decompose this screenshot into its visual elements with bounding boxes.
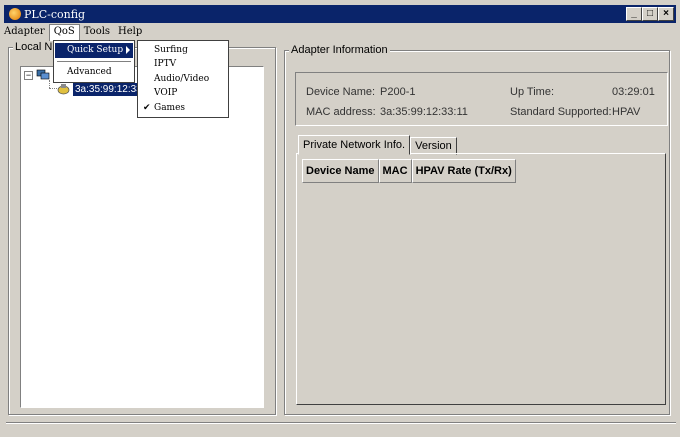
tree-connector xyxy=(49,80,50,88)
status-bar xyxy=(6,422,676,437)
mac-address-value: 3a:35:99:12:33:11 xyxy=(380,106,468,118)
menu-bar: Adapter QoS Tools Help xyxy=(0,24,680,41)
standard-supported-label: Standard Supported: xyxy=(510,106,612,118)
uptime-value: 03:29:01 xyxy=(612,86,655,98)
menu-help[interactable]: Help xyxy=(114,24,146,41)
menu-item-advanced[interactable]: Advanced xyxy=(55,65,133,80)
tab-panel xyxy=(296,153,666,405)
column-mac[interactable]: MAC xyxy=(378,159,412,183)
submenu-item-games[interactable]: ✔ Games xyxy=(139,101,227,115)
mac-address-label: MAC address: xyxy=(306,106,376,118)
menu-separator xyxy=(57,61,131,62)
menu-tools[interactable]: Tools xyxy=(80,24,114,41)
tab-private-network-info[interactable]: Private Network Info. xyxy=(298,135,411,155)
menu-qos[interactable]: QoS xyxy=(48,24,80,41)
app-icon xyxy=(9,8,21,20)
plc-config-window: PLC-config _ □ × Adapter QoS Tools Help … xyxy=(0,0,680,437)
window-title: PLC-config xyxy=(24,7,86,21)
submenu-item-surfing[interactable]: Surfing xyxy=(139,43,227,57)
menu-adapter[interactable]: Adapter xyxy=(0,24,49,41)
menu-item-quick-setup[interactable]: Quick Setup xyxy=(55,43,133,58)
adapter-info-box: Device Name: P200-1 Up Time: 03:29:01 MA… xyxy=(295,72,668,126)
submenu-item-audio-video[interactable]: Audio/Video xyxy=(139,72,227,86)
plc-device-icon xyxy=(57,84,70,95)
games-label: Games xyxy=(154,103,186,113)
title-bar[interactable]: PLC-config _ □ × xyxy=(4,5,676,23)
local-network-legend: Local N xyxy=(13,41,55,53)
quick-setup-submenu: Surfing IPTV Audio/Video VOIP ✔ Games xyxy=(137,40,229,118)
close-button[interactable]: × xyxy=(658,7,674,21)
standard-supported-value: HPAV xyxy=(612,106,641,118)
tree-connector xyxy=(49,88,57,89)
network-icon xyxy=(36,69,50,80)
device-name-value: P200-1 xyxy=(380,86,416,98)
submenu-item-voip[interactable]: VOIP xyxy=(139,86,227,100)
tab-strip: Private Network Info. Version xyxy=(298,135,457,155)
quick-setup-label: Quick Setup xyxy=(67,45,124,55)
device-name-label: Device Name: xyxy=(306,86,376,98)
submenu-arrow-icon xyxy=(126,46,130,54)
collapse-toggle-icon[interactable]: − xyxy=(24,71,33,80)
column-device-name[interactable]: Device Name xyxy=(302,159,379,183)
uptime-label: Up Time: xyxy=(510,86,555,98)
minimize-button[interactable]: _ xyxy=(626,7,642,21)
qos-dropdown-menu: Quick Setup Advanced xyxy=(53,40,135,83)
column-hpav-rate[interactable]: HPAV Rate (Tx/Rx) xyxy=(411,159,516,183)
adapter-information-legend: Adapter Information xyxy=(289,44,390,56)
submenu-item-iptv[interactable]: IPTV xyxy=(139,57,227,71)
network-table-header: Device Name MAC HPAV Rate (Tx/Rx) xyxy=(302,159,516,183)
checkmark-icon: ✔ xyxy=(143,103,151,113)
maximize-button[interactable]: □ xyxy=(642,7,658,21)
